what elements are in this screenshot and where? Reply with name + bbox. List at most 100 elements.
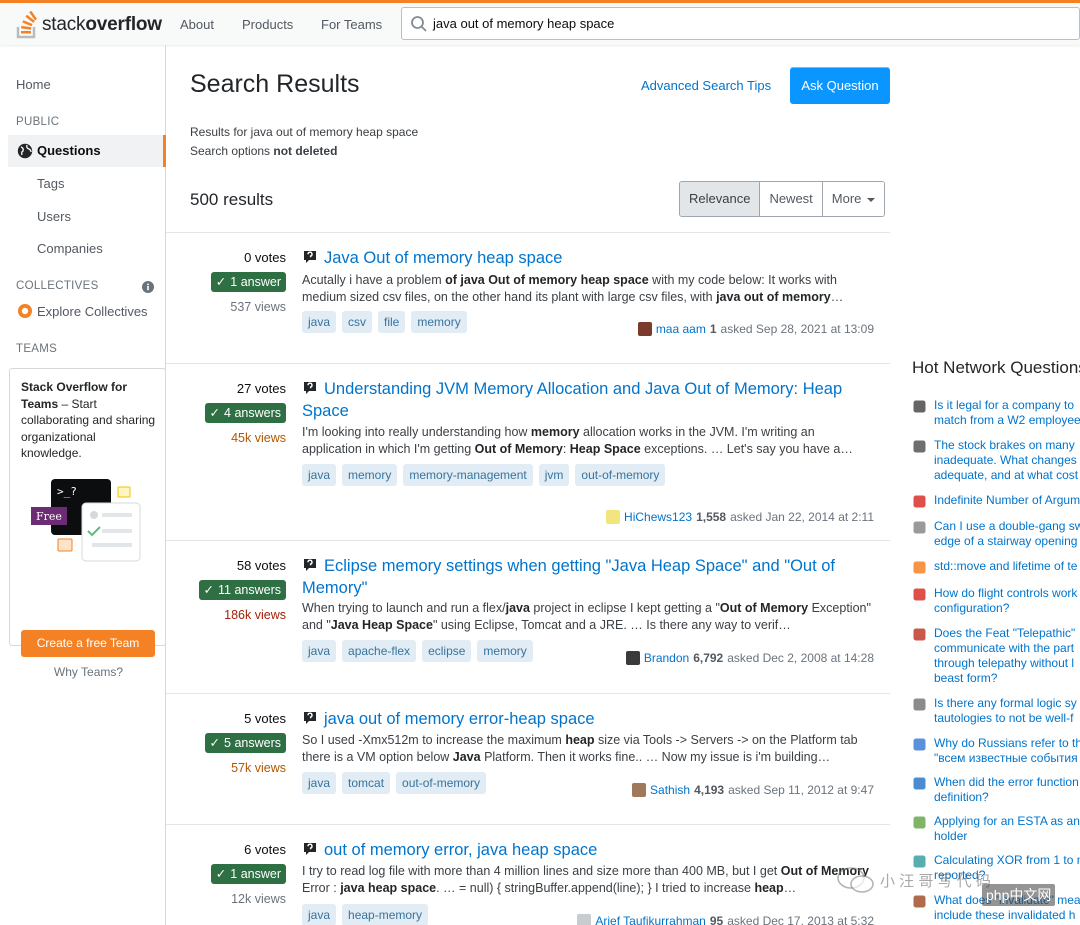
tag[interactable]: file (378, 311, 406, 333)
hot-question-item[interactable]: The stock brakes on many inadequate. Wha… (912, 438, 1080, 487)
collectives-icon (18, 304, 32, 318)
question-excerpt: When trying to launch and run a flex/jav… (302, 601, 871, 632)
sidebar-item-explore-collectives[interactable]: Explore Collectives (37, 304, 148, 319)
hot-question-item[interactable]: When did the error function definition? (912, 775, 1080, 809)
hot-question-item[interactable]: Why do Russians refer to th "всем извест… (912, 736, 1080, 770)
site-icon (913, 816, 926, 829)
tag[interactable]: out-of-memory (575, 464, 666, 486)
hot-question-title: Indefinite Number of Argum (934, 493, 1080, 507)
search-options-text: Search options not deleted (190, 144, 338, 158)
asked-time: asked Dec 2, 2008 at 14:28 (727, 651, 874, 665)
avatar[interactable] (606, 510, 621, 524)
hot-network-questions-title: Hot Network Questions (912, 358, 1080, 377)
question-author: Arief Taufikurrahman 95 asked Dec 17, 20… (577, 914, 874, 925)
tag[interactable]: jvm (538, 464, 570, 486)
hot-question-item[interactable]: Can I use a double-gang sw edge of a sta… (912, 519, 1080, 553)
nav-products[interactable]: Products (236, 14, 299, 35)
vote-count: 27 votes (236, 381, 286, 396)
hot-question-item[interactable]: Does the Feat "Telepathic" communicate w… (912, 626, 1080, 690)
vote-count: 5 votes (244, 711, 286, 726)
sidebar-item-questions[interactable]: Questions (8, 135, 166, 167)
hot-question-item[interactable]: Applying for an ESTA as an holder (912, 814, 1080, 848)
asked-time: asked Dec 17, 2013 at 5:32 (727, 914, 874, 925)
user-name-link[interactable]: Sathish (650, 783, 690, 797)
sidebar-item-home[interactable]: Home (16, 77, 51, 92)
view-count: 537 views (230, 300, 286, 314)
question-icon (304, 559, 316, 571)
avatar[interactable] (637, 322, 652, 336)
question-title-link[interactable]: Understanding JVM Memory Allocation and … (302, 378, 862, 422)
question-title-link[interactable]: Java Out of memory heap space (302, 247, 562, 269)
sort-relevance-button[interactable]: Relevance (680, 182, 760, 216)
results-for-text: Results for java out of memory heap spac… (190, 125, 419, 139)
result-stats: 27 votes ✓ 4 answers 45k views (166, 381, 286, 445)
divider (166, 540, 890, 541)
tag[interactable]: tomcat (342, 772, 391, 794)
sidebar-item-tags[interactable]: Tags (37, 176, 64, 191)
hot-question-item[interactable]: Is there any formal logic sy tautologies… (912, 696, 1080, 730)
sort-more-dropdown[interactable]: More (821, 182, 885, 216)
tag-list: java memory memory-management jvm out-of… (302, 464, 666, 486)
answer-count-badge: ✓ 1 answer (210, 272, 286, 292)
why-teams-link[interactable]: Why Teams? (10, 665, 167, 679)
tag[interactable]: csv (342, 311, 373, 333)
user-name-link[interactable]: Arief Taufikurrahman (595, 914, 706, 925)
tag[interactable]: memory (342, 464, 398, 486)
avatar[interactable] (577, 914, 592, 925)
question-title-link[interactable]: java out of memory error-heap space (302, 708, 595, 730)
user-reputation: 4,193 (694, 783, 725, 797)
sidebar-item-users[interactable]: Users (37, 209, 71, 224)
hot-question-item[interactable]: Is it legal for a company to match from … (912, 398, 1080, 432)
avatar[interactable] (632, 783, 647, 797)
ask-question-button[interactable]: Ask Question (790, 67, 890, 104)
stackoverflow-logo[interactable]: stackoverflow (16, 8, 162, 42)
tag[interactable]: java (302, 464, 337, 486)
hot-question-item[interactable]: How do flight controls work configuratio… (912, 586, 1080, 620)
tag[interactable]: java (302, 640, 337, 662)
tag[interactable]: apache-flex (342, 640, 417, 662)
tag-list: java apache-flex eclipse memory (302, 640, 533, 662)
tag[interactable]: memory (477, 640, 533, 662)
hot-question-item[interactable]: std::move and lifetime of te (912, 559, 1080, 578)
result-stats: 58 votes ✓ 11 answers 186k views (166, 558, 286, 622)
user-name-link[interactable]: maa aam (656, 322, 706, 336)
check-icon: ✓ (209, 406, 221, 420)
tag[interactable]: heap-memory (342, 904, 429, 925)
watermark: 小 汪 哥 写 代 码 (836, 865, 991, 895)
result-count: 500 results (190, 190, 274, 209)
hot-question-item[interactable]: Indefinite Number of Argum (912, 493, 1080, 512)
search-input[interactable]: java out of memory heap space (401, 7, 1080, 40)
tag[interactable]: memory-management (403, 464, 533, 486)
question-title-link[interactable]: Eclipse memory settings when getting "Ja… (302, 555, 862, 599)
result-stats: 5 votes ✓ 5 answers 57k views (166, 711, 286, 775)
sort-button-group: Relevance Newest More (679, 181, 886, 217)
asked-time: asked Jan 22, 2014 at 2:11 (730, 510, 874, 524)
user-name-link[interactable]: HiChews123 (624, 510, 692, 524)
tag[interactable]: java (302, 904, 337, 925)
sort-newest-button[interactable]: Newest (759, 182, 822, 216)
tag[interactable]: out-of-memory (396, 772, 487, 794)
user-reputation: 1,558 (696, 510, 727, 524)
answer-count-badge: ✓ 1 answer (210, 864, 286, 884)
hot-question-title: Is there any formal logic sy tautologies… (934, 696, 1077, 725)
hot-question-title: The stock brakes on many inadequate. Wha… (934, 438, 1079, 482)
site-icon (913, 521, 926, 534)
sidebar-item-companies[interactable]: Companies (37, 241, 103, 256)
advanced-search-tips-link[interactable]: Advanced Search Tips (641, 78, 771, 93)
create-free-team-button[interactable]: Create a free Team (21, 630, 155, 657)
divider (166, 693, 890, 694)
info-icon[interactable] (142, 281, 154, 293)
tag[interactable]: java (302, 311, 337, 333)
user-name-link[interactable]: Brandon (644, 651, 689, 665)
wechat-watermark-icon (837, 867, 874, 893)
user-reputation: 1 (709, 322, 717, 336)
answer-count-badge: ✓ 11 answers (198, 580, 286, 600)
tag[interactable]: java (302, 772, 337, 794)
avatar[interactable] (625, 651, 640, 665)
tag[interactable]: eclipse (422, 640, 472, 662)
nav-about[interactable]: About (174, 14, 220, 35)
question-title-link[interactable]: out of memory error, java heap space (302, 839, 597, 861)
question-author: Sathish 4,193 asked Sep 11, 2012 at 9:47 (632, 783, 874, 797)
tag[interactable]: memory (411, 311, 467, 333)
nav-for-teams[interactable]: For Teams (315, 14, 388, 35)
